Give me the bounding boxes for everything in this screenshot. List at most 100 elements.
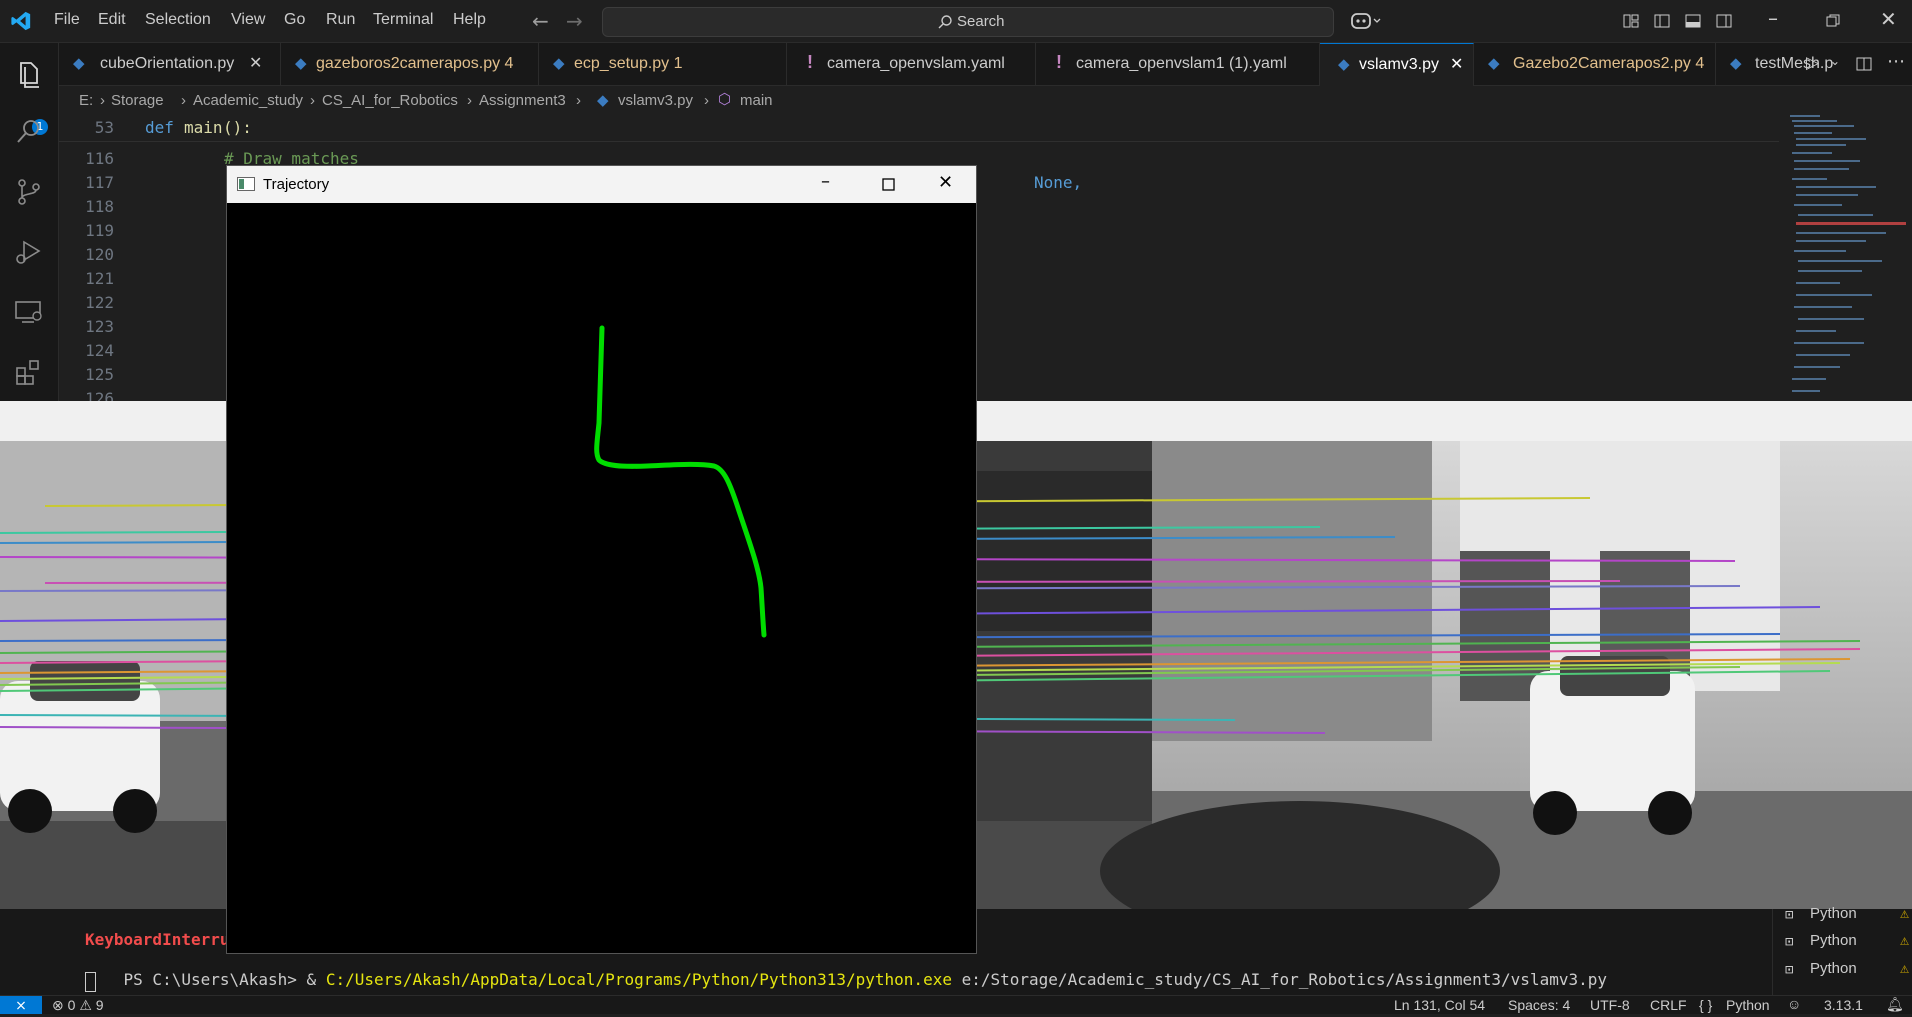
terminal-icon: ⊡ — [1785, 962, 1794, 978]
breadcrumb-course[interactable]: CS_AI_for_Robotics — [322, 92, 458, 109]
explorer-icon[interactable] — [12, 57, 46, 91]
terminal-session-list[interactable]: ⊡ Python ⚠ ⊡ Python ⚠ ⊡ Python ⚠ — [1772, 904, 1912, 995]
extensions-icon[interactable] — [12, 355, 46, 389]
breadcrumb-storage[interactable]: Storage — [111, 92, 164, 109]
breadcrumb-drive[interactable]: E: — [79, 92, 93, 109]
warning-icon: ⚠ — [79, 997, 92, 1013]
function-name: main — [184, 118, 223, 137]
menu-edit[interactable]: Edit — [98, 11, 126, 29]
yaml-icon: ! — [1056, 52, 1062, 72]
menu-file[interactable]: File — [54, 11, 80, 29]
search-view-icon[interactable] — [12, 115, 46, 149]
run-dropdown-chevron-icon[interactable]: ⌄ — [1830, 54, 1840, 68]
terminal-session-label: Python — [1810, 960, 1857, 977]
close-window-icon[interactable]: ✕ — [938, 172, 953, 193]
breadcrumb-assignment[interactable]: Assignment3 — [479, 92, 566, 109]
end-of-line[interactable]: CRLF — [1650, 997, 1687, 1013]
function-parens: (): — [223, 118, 252, 137]
language-mode[interactable]: Python — [1726, 997, 1770, 1013]
warning-icon: ⚠ — [1900, 931, 1910, 949]
toggle-secondary-sidebar-icon[interactable] — [1716, 13, 1732, 29]
tab-ecp-setup[interactable]: ◆ ecp_setup.py 1 — [539, 43, 787, 85]
forward-arrow-icon[interactable]: → — [566, 9, 583, 33]
python-icon: ◆ — [597, 92, 609, 109]
tab-gazeboros2camerapos[interactable]: ◆ gazeboros2camerapos.py 4 — [281, 43, 539, 85]
menu-selection[interactable]: Selection — [145, 11, 211, 29]
breadcrumb-symbol[interactable]: main — [740, 92, 773, 109]
problems-summary[interactable]: ⊗ 0 ⚠ 9 — [52, 997, 104, 1014]
terminal-session-item[interactable]: ⊡ Python ⚠ — [1785, 959, 1910, 981]
menu-go[interactable]: Go — [284, 11, 305, 29]
indentation-setting[interactable]: Spaces: 4 — [1508, 997, 1570, 1013]
line-number: 53 — [94, 118, 114, 137]
keyword-def: def — [145, 118, 174, 137]
restore-window-icon[interactable] — [1826, 14, 1840, 28]
line-number: 119 — [85, 221, 114, 240]
editor-tab-bar: ◆ cubeOrientation.py ✕ ◆ gazeboros2camer… — [59, 43, 1912, 86]
line-number: 123 — [85, 317, 114, 336]
window-app-icon — [237, 177, 255, 191]
tab-camera-openvslam1[interactable]: ! camera_openvslam1 (1).yaml — [1036, 43, 1320, 85]
search-icon — [938, 15, 952, 29]
menu-run[interactable]: Run — [326, 11, 355, 29]
tab-gazebo2camerapos2[interactable]: ◆ Gazebo2Camerapos2.py 4 — [1474, 43, 1716, 85]
breadcrumb-file[interactable]: vslamv3.py — [618, 92, 693, 109]
minimap[interactable] — [1780, 110, 1912, 400]
toggle-primary-sidebar-icon[interactable] — [1654, 13, 1670, 29]
toggle-panel-icon[interactable] — [1685, 13, 1701, 29]
source-control-icon[interactable] — [12, 175, 46, 209]
terminal-icon: ⊡ — [1785, 907, 1794, 923]
error-count: 0 — [67, 997, 76, 1013]
back-arrow-icon[interactable]: ← — [532, 9, 549, 33]
tab-label: camera_openvslam1 (1).yaml — [1076, 55, 1287, 72]
python-icon: ◆ — [73, 55, 85, 72]
terminal-cursor — [85, 972, 96, 992]
run-python-file-icon[interactable]: ▷ — [1806, 53, 1819, 73]
cursor-position[interactable]: Ln 131, Col 54 — [1394, 997, 1485, 1013]
copilot-icon[interactable] — [1350, 10, 1382, 32]
maximize-window-icon[interactable] — [882, 178, 895, 191]
split-editor-icon[interactable] — [1856, 56, 1872, 72]
remote-indicator-icon[interactable]: ⨯ — [0, 996, 42, 1014]
line-number: 124 — [85, 341, 114, 360]
file-encoding[interactable]: UTF-8 — [1590, 997, 1630, 1013]
more-actions-icon[interactable]: ⋯ — [1887, 51, 1905, 72]
tab-vslamv3[interactable]: ◆ vslamv3.py ✕ — [1320, 43, 1474, 86]
trajectory-title-bar[interactable]: Trajectory – ✕ — [227, 166, 976, 203]
warning-icon: ⚠ — [1900, 904, 1910, 922]
chevron-right-icon: › — [181, 92, 186, 109]
remote-explorer-icon[interactable] — [12, 295, 46, 329]
copilot-status-icon[interactable]: ☺ — [1787, 996, 1801, 1012]
python-interpreter-version[interactable]: 3.13.1 — [1824, 997, 1863, 1013]
tab-label: gazeboros2camerapos.py 4 — [316, 55, 514, 72]
close-tab-icon[interactable]: ✕ — [249, 53, 262, 73]
minimap-preview — [1790, 115, 1906, 392]
terminal-session-item[interactable]: ⊡ Python ⚠ — [1785, 904, 1910, 926]
breadcrumb-academic-study[interactable]: Academic_study — [193, 92, 303, 109]
left-van — [0, 661, 160, 833]
tab-label: testMesh.p — [1755, 55, 1834, 72]
sticky-scroll-header[interactable]: 53 def main (): — [59, 116, 1779, 142]
minimize-window-icon[interactable]: – — [821, 171, 830, 192]
tab-label: vslamv3.py — [1359, 56, 1440, 73]
tab-cube-orientation[interactable]: ◆ cubeOrientation.py ✕ — [59, 43, 281, 85]
line-number: 121 — [85, 269, 114, 288]
customize-layout-icon[interactable] — [1623, 13, 1639, 29]
python-icon: ◆ — [295, 55, 307, 72]
command-center-search[interactable]: Search — [602, 7, 1334, 37]
close-window-icon[interactable]: ✕ — [1880, 7, 1897, 31]
status-bar: ⨯ ⊗ 0 ⚠ 9 Ln 131, Col 54 Spaces: 4 UTF-8… — [0, 995, 1912, 1014]
run-debug-icon[interactable] — [12, 235, 46, 269]
menu-terminal[interactable]: Terminal — [373, 11, 433, 29]
menu-view[interactable]: View — [231, 11, 265, 29]
trajectory-window[interactable]: Trajectory – ✕ — [226, 165, 977, 954]
menu-help[interactable]: Help — [453, 11, 486, 29]
line-number: 117 — [85, 173, 114, 192]
braces-icon: { } — [1699, 997, 1713, 1013]
terminal-session-item[interactable]: ⊡ Python ⚠ — [1785, 931, 1910, 953]
minimize-window-icon[interactable]: – — [1768, 6, 1778, 30]
close-tab-icon[interactable]: ✕ — [1450, 54, 1463, 74]
python-icon: ◆ — [553, 55, 565, 72]
notifications-bell-icon[interactable]: 🔔︎ — [1886, 996, 1904, 1013]
tab-camera-openvslam[interactable]: ! camera_openvslam.yaml — [787, 43, 1036, 85]
